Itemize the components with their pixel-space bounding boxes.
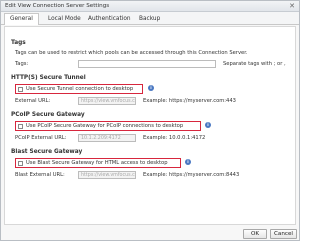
tab-general[interactable]: General bbox=[4, 13, 39, 25]
pcoip-url-example: Example: 10.0.0.1:4172 bbox=[143, 135, 206, 141]
title-bar: Edit View Connection Server Settings ✕ bbox=[1, 1, 299, 12]
tags-separator-hint: Separate tags with ; or , bbox=[223, 61, 286, 67]
settings-dialog: Edit View Connection Server Settings ✕ G… bbox=[0, 0, 300, 241]
blast-heading: Blast Secure Gateway bbox=[11, 149, 83, 155]
blast-external-url-input[interactable]: https://view.vmfocus.com:8443 bbox=[78, 171, 136, 179]
https-tunnel-checkbox[interactable] bbox=[18, 87, 23, 92]
blast-checkbox-label: Use Blast Secure Gateway for HTML access… bbox=[26, 160, 168, 166]
general-panel: Tags Tags can be used to restrict which … bbox=[4, 26, 296, 225]
https-tunnel-heading: HTTP(S) Secure Tunnel bbox=[11, 75, 86, 81]
https-tunnel-checkbox-label: Use Secure Tunnel connection to desktop bbox=[26, 86, 134, 92]
https-external-url-input[interactable]: https://view.vmfocus.com:443 bbox=[78, 97, 136, 105]
cancel-button[interactable]: Cancel bbox=[270, 229, 297, 239]
pcoip-url-label: PCoIP External URL: bbox=[15, 135, 67, 141]
tab-bar: General Local Mode Authentication Backup bbox=[1, 12, 299, 25]
https-url-example: Example: https://myserver.com:443 bbox=[143, 98, 236, 104]
tab-backup[interactable]: Backup bbox=[134, 14, 165, 25]
tags-heading: Tags bbox=[11, 40, 26, 46]
tab-local-mode[interactable]: Local Mode bbox=[43, 14, 86, 25]
pcoip-heading: PCoIP Secure Gateway bbox=[11, 112, 85, 118]
close-icon[interactable]: ✕ bbox=[289, 2, 295, 11]
blast-checkbox[interactable] bbox=[18, 161, 23, 166]
blast-checkbox-highlight[interactable]: Use Blast Secure Gateway for HTML access… bbox=[15, 158, 181, 168]
ok-button[interactable]: OK bbox=[243, 229, 267, 239]
tab-authentication[interactable]: Authentication bbox=[83, 14, 136, 25]
tags-input[interactable] bbox=[78, 60, 216, 68]
tags-field-label: Tags: bbox=[15, 61, 29, 67]
pcoip-checkbox-highlight[interactable]: Use PCoIP Secure Gateway for PCoIP conne… bbox=[15, 121, 201, 131]
info-icon[interactable]: i bbox=[185, 159, 191, 165]
pcoip-external-url-input[interactable]: 10.1.2.209:4172 bbox=[78, 134, 136, 142]
info-icon[interactable]: i bbox=[205, 122, 211, 128]
blast-url-example: Example: https://myserver.com:8443 bbox=[143, 172, 240, 178]
https-url-label: External URL: bbox=[15, 98, 51, 104]
blast-url-label: Blast External URL: bbox=[15, 172, 65, 178]
https-tunnel-checkbox-highlight[interactable]: Use Secure Tunnel connection to desktop bbox=[15, 84, 143, 94]
pcoip-checkbox[interactable] bbox=[18, 124, 23, 129]
info-icon[interactable]: i bbox=[148, 85, 154, 91]
tags-description: Tags can be used to restrict which pools… bbox=[15, 50, 248, 56]
window-title: Edit View Connection Server Settings bbox=[5, 3, 110, 9]
pcoip-checkbox-label: Use PCoIP Secure Gateway for PCoIP conne… bbox=[26, 123, 184, 129]
